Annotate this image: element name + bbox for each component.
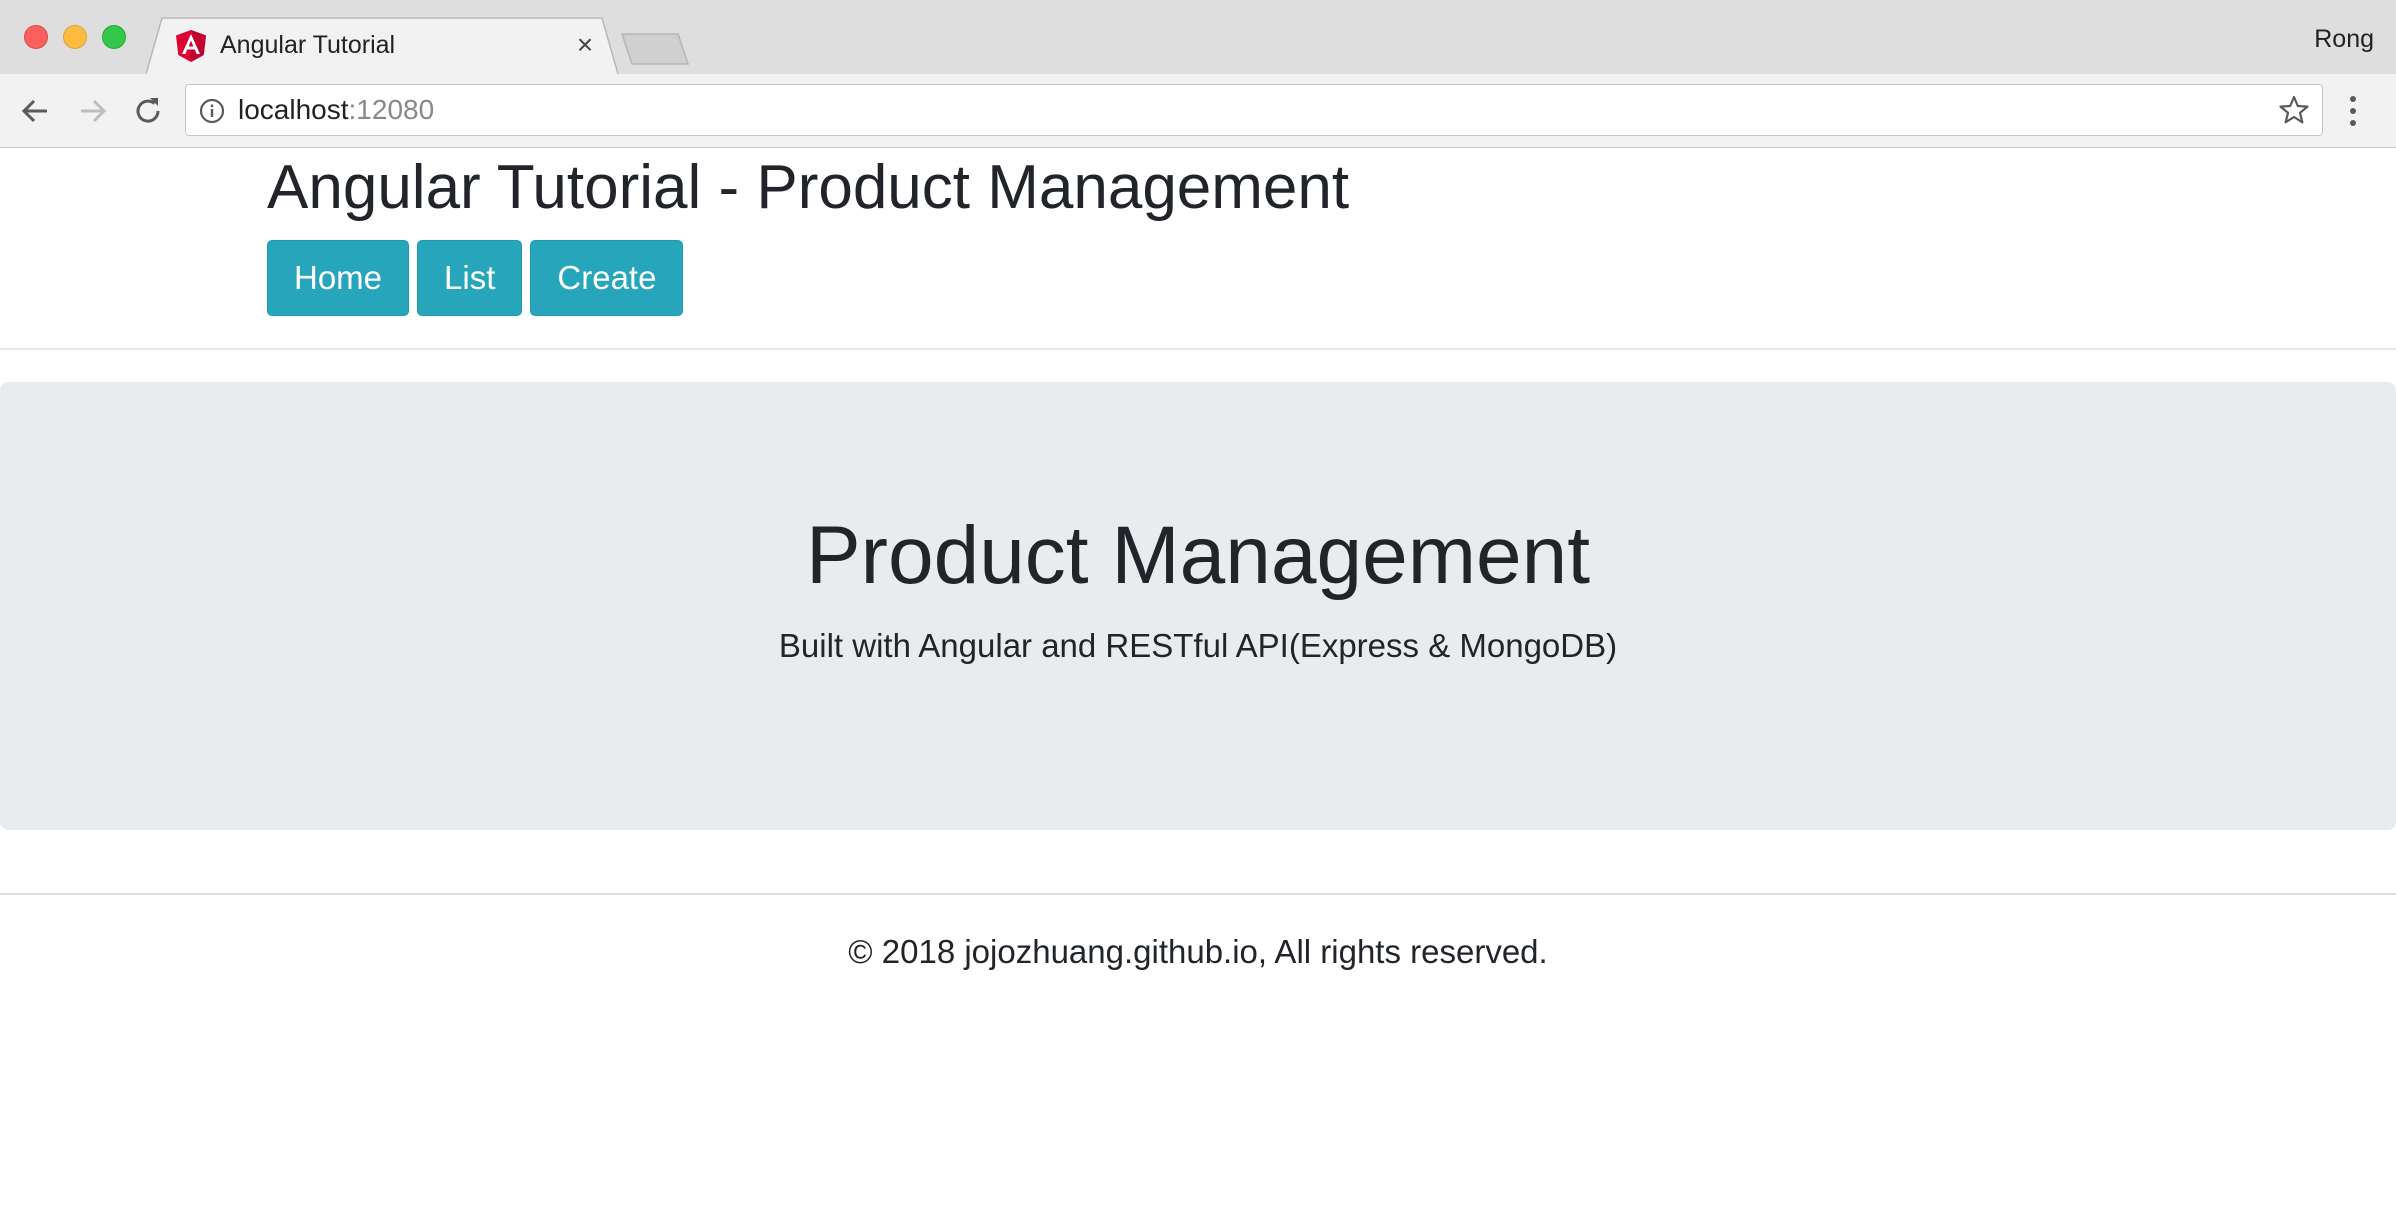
header-divider xyxy=(0,348,2396,350)
forward-arrow-icon[interactable] xyxy=(73,92,111,130)
kebab-menu-icon[interactable] xyxy=(2346,94,2360,128)
star-icon[interactable] xyxy=(2278,94,2310,126)
page-title: Angular Tutorial - Product Management xyxy=(267,153,1350,222)
list-button[interactable]: List xyxy=(417,240,523,316)
address-bar[interactable] xyxy=(185,84,2323,136)
window-maximize-button[interactable] xyxy=(102,25,126,49)
reload-icon[interactable] xyxy=(129,92,167,130)
info-icon[interactable] xyxy=(198,97,226,125)
jumbotron-subtitle: Built with Angular and RESTful API(Expre… xyxy=(778,627,1618,664)
jumbotron xyxy=(0,382,2396,830)
url-host: localhost xyxy=(238,94,349,125)
footer-divider xyxy=(0,893,2396,895)
window-close-button[interactable] xyxy=(24,25,48,49)
jumbotron-title: Product Management xyxy=(805,510,1590,601)
new-tab-button[interactable] xyxy=(620,32,690,66)
window-minimize-button[interactable] xyxy=(63,25,87,49)
tab-title: Angular Tutorial xyxy=(220,31,396,59)
home-button[interactable]: Home xyxy=(267,240,410,316)
main-nav: Home List Create xyxy=(267,240,684,316)
url-port: :12080 xyxy=(348,94,435,125)
back-arrow-icon[interactable] xyxy=(17,92,55,130)
angular-logo-icon xyxy=(176,30,206,62)
create-button[interactable]: Create xyxy=(530,240,684,316)
footer-copyright: © 2018 jojozhuang.github.io, All rights … xyxy=(848,933,1548,970)
address-url[interactable]: localhost:12080 xyxy=(238,92,434,128)
profile-name[interactable]: Rong xyxy=(2314,22,2374,56)
tab-close-icon[interactable]: × xyxy=(572,31,598,59)
